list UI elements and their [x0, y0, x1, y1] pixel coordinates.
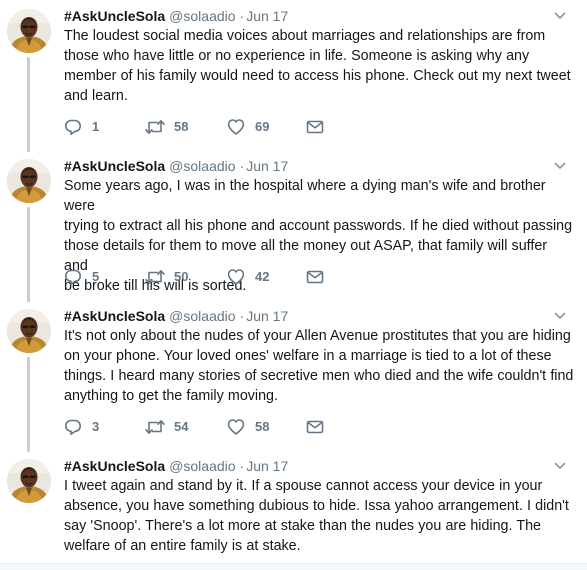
- tweet-text: I tweet again and stand by it. If a spou…: [64, 476, 574, 556]
- thread-connector-line: [27, 207, 30, 302]
- separator-dot: ·: [239, 458, 245, 474]
- like-button[interactable]: 42: [227, 267, 287, 287]
- tweet-actions: 3 54 58: [64, 417, 364, 437]
- reply-count: 5: [92, 269, 100, 284]
- tweet-date[interactable]: Jun 17: [246, 308, 288, 324]
- tweet[interactable]: #AskUncleSola @solaadio · Jun 17 The loudes…: [0, 0, 587, 152]
- chevron-down-icon[interactable]: [553, 309, 567, 323]
- like-button[interactable]: 69: [227, 117, 287, 137]
- tweet-header: #AskUncleSola @solaadio · Jun 17: [64, 6, 288, 26]
- direct-message-button[interactable]: [305, 267, 327, 287]
- tweet-header: #AskUncleSola @solaadio · Jun 17: [64, 306, 288, 326]
- thread-connector-line: [27, 357, 30, 452]
- tweet-date[interactable]: Jun 17: [246, 8, 288, 24]
- chevron-down-icon[interactable]: [553, 459, 567, 473]
- heart-icon: [227, 419, 245, 435]
- tweet-actions: 1 58 69: [64, 117, 364, 137]
- thread-connector-line: [27, 57, 30, 152]
- tweet-text-line: It's not only about the nudes of your Al…: [64, 328, 571, 344]
- display-name[interactable]: #AskUncleSola: [64, 158, 165, 174]
- reply-button[interactable]: 3: [64, 417, 114, 437]
- tweet-text-line: absence, you have something dubious to h…: [64, 498, 569, 514]
- user-handle[interactable]: @solaadio: [169, 458, 235, 474]
- tweet-text-line: say 'Snoop'. There's a lot more at stake…: [64, 518, 541, 534]
- like-count: 69: [255, 119, 270, 134]
- separator-dot: ·: [239, 8, 245, 24]
- direct-message-button[interactable]: [305, 117, 327, 137]
- tweet-text-line: on your phone. Your loved ones' welfare …: [64, 348, 552, 364]
- display-name[interactable]: #AskUncleSola: [64, 8, 165, 24]
- direct-message-button[interactable]: [305, 417, 327, 437]
- like-count: 42: [255, 269, 270, 284]
- user-handle[interactable]: @solaadio: [169, 158, 235, 174]
- reply-icon: [65, 119, 81, 135]
- tweet-thread: #AskUncleSola @solaadio · Jun 17 The loudes…: [0, 0, 587, 570]
- retweet-button[interactable]: 50: [144, 267, 204, 287]
- tweet-text-line: I tweet again and stand by it. If a spou…: [64, 478, 543, 494]
- tweet-text-line: and learn.: [64, 88, 128, 104]
- heart-icon: [227, 119, 245, 135]
- tweet-text-line: trying to extract all his phone and acco…: [64, 218, 573, 234]
- tweet-text: It's not only about the nudes of your Al…: [64, 326, 574, 406]
- chevron-down-icon[interactable]: [553, 159, 567, 173]
- tweet-actions: 5 50 42: [64, 267, 364, 287]
- tweet-text-line: welfare of an entire family is at stake.: [64, 538, 301, 554]
- user-handle[interactable]: @solaadio: [169, 8, 235, 24]
- reply-count: 3: [92, 419, 100, 434]
- retweet-button[interactable]: 54: [144, 417, 204, 437]
- reply-icon: [65, 269, 81, 285]
- tweet-text-line: The loudest social media voices about ma…: [64, 28, 546, 44]
- envelope-icon: [306, 270, 324, 284]
- timeline-footer-band: [0, 564, 587, 570]
- retweet-icon: [145, 120, 165, 134]
- display-name[interactable]: #AskUncleSola: [64, 308, 165, 324]
- envelope-icon: [306, 420, 324, 434]
- reply-button[interactable]: 1: [64, 117, 114, 137]
- retweet-icon: [145, 270, 165, 284]
- retweet-button[interactable]: 58: [144, 117, 204, 137]
- tweet-text-line: things. I heard many stories of secretiv…: [64, 368, 574, 384]
- heart-icon: [227, 269, 245, 285]
- like-count: 58: [255, 419, 270, 434]
- avatar[interactable]: [7, 309, 51, 353]
- display-name[interactable]: #AskUncleSola: [64, 458, 165, 474]
- like-button[interactable]: 58: [227, 417, 287, 437]
- tweet-date[interactable]: Jun 17: [246, 458, 288, 474]
- tweet[interactable]: #AskUncleSola @solaadio · Jun 17 I tweet ag…: [0, 450, 587, 565]
- chevron-down-icon[interactable]: [553, 9, 567, 23]
- tweet[interactable]: #AskUncleSola @solaadio · Jun 17 Some years…: [0, 150, 587, 302]
- retweet-count: 58: [174, 119, 189, 134]
- tweet-text-line: those who have little or no experience i…: [64, 48, 530, 64]
- retweet-count: 50: [174, 269, 189, 284]
- envelope-icon: [306, 120, 324, 134]
- separator-dot: ·: [239, 308, 245, 324]
- tweet-header: #AskUncleSola @solaadio · Jun 17: [64, 156, 288, 176]
- reply-count: 1: [92, 119, 100, 134]
- tweet-date[interactable]: Jun 17: [246, 158, 288, 174]
- tweet-header: #AskUncleSola @solaadio · Jun 17: [64, 456, 288, 476]
- avatar[interactable]: [7, 159, 51, 203]
- reply-button[interactable]: 5: [64, 267, 114, 287]
- avatar[interactable]: [7, 459, 51, 503]
- retweet-icon: [145, 420, 165, 434]
- avatar[interactable]: [7, 9, 51, 53]
- tweet-text-line: member of his family would need to acces…: [64, 68, 571, 84]
- reply-icon: [65, 419, 81, 435]
- tweet-text-line: anything to get the family moving.: [64, 388, 278, 404]
- tweet-text: The loudest social media voices about ma…: [64, 26, 574, 106]
- user-handle[interactable]: @solaadio: [169, 308, 235, 324]
- tweet[interactable]: #AskUncleSola @solaadio · Jun 17 It's not o…: [0, 300, 587, 452]
- tweet-text-line: Some years ago, I was in the hospital wh…: [64, 178, 546, 214]
- separator-dot: ·: [239, 158, 245, 174]
- retweet-count: 54: [174, 419, 189, 434]
